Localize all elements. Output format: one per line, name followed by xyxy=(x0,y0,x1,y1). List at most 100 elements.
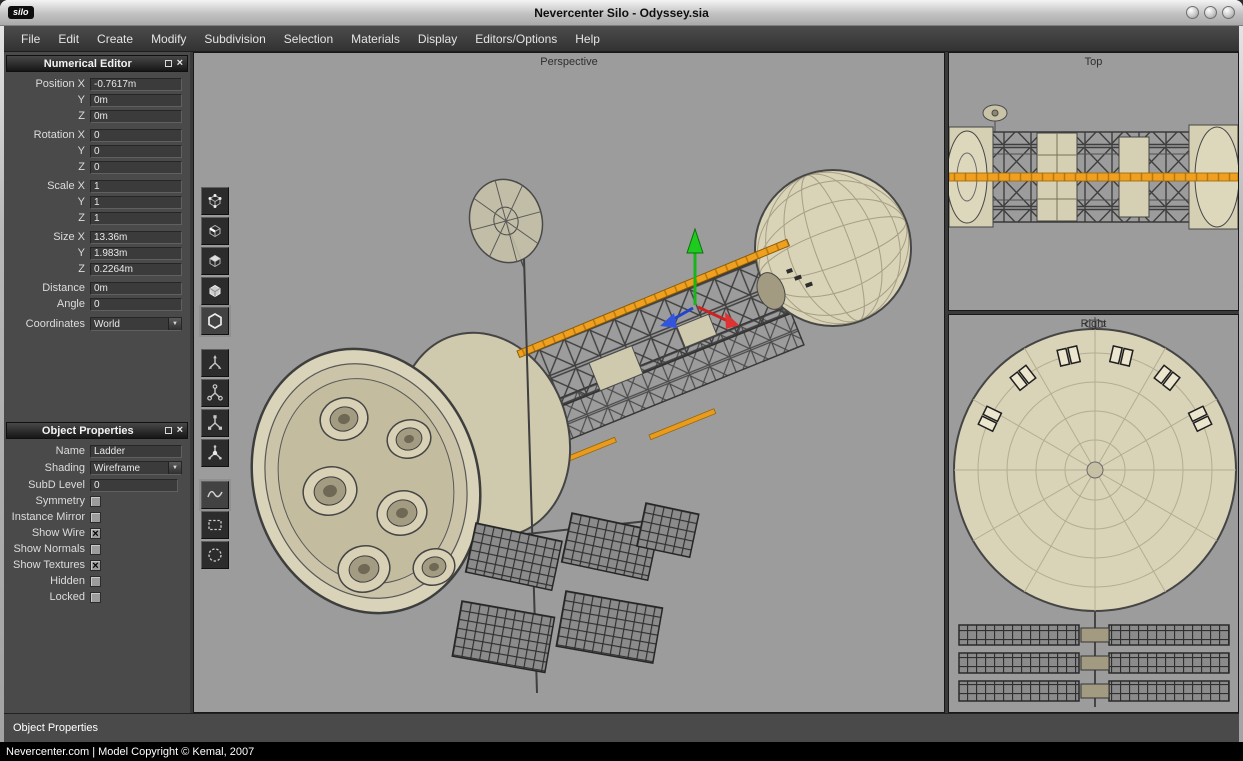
field-label: Angle xyxy=(4,298,90,310)
hidden-checkbox[interactable] xyxy=(90,576,101,587)
top-view-model[interactable] xyxy=(949,105,1238,229)
scale-x-input[interactable] xyxy=(90,180,182,193)
angle-input[interactable] xyxy=(90,298,182,311)
menu-item-display[interactable]: Display xyxy=(409,29,466,49)
name-input[interactable] xyxy=(90,445,182,458)
curve-tool-button[interactable] xyxy=(201,481,229,509)
marquee-select-icon xyxy=(205,515,225,535)
panel-close-icon[interactable]: × xyxy=(177,58,183,69)
rotation-y-input[interactable] xyxy=(90,145,182,158)
scale-tool-button[interactable] xyxy=(201,409,229,437)
object-mode-button[interactable] xyxy=(201,277,229,305)
size-y-input[interactable] xyxy=(90,247,182,260)
chevron-down-icon[interactable]: ▼ xyxy=(168,462,181,474)
chevron-down-icon[interactable]: ▼ xyxy=(168,318,181,330)
symmetry-checkbox[interactable] xyxy=(90,496,101,507)
curve-tool-icon xyxy=(205,485,225,505)
vertex-mode-icon xyxy=(205,191,225,211)
menu-item-selection[interactable]: Selection xyxy=(275,29,342,49)
close-button[interactable] xyxy=(1222,6,1235,19)
soft-select-icon xyxy=(205,545,225,565)
field-label: Y xyxy=(4,247,90,259)
menu-item-editors-options[interactable]: Editors/Options xyxy=(466,29,566,49)
scale-tool-icon xyxy=(205,413,225,433)
field-label: Size X xyxy=(4,231,90,243)
menu-item-help[interactable]: Help xyxy=(566,29,609,49)
window-title: Nevercenter Silo - Odyssey.sia xyxy=(0,6,1243,20)
locked-checkbox[interactable] xyxy=(90,592,101,603)
universal-tool-button[interactable] xyxy=(201,439,229,467)
checkbox-label: Show Wire xyxy=(4,527,90,539)
marquee-select-button[interactable] xyxy=(201,511,229,539)
field-label: Position X xyxy=(4,78,90,90)
field-label: Scale X xyxy=(4,180,90,192)
top-scene xyxy=(949,53,1238,310)
multi-mode-button[interactable] xyxy=(201,307,229,335)
position-y-input[interactable] xyxy=(90,94,182,107)
soft-select-button[interactable] xyxy=(201,541,229,569)
titlebar[interactable]: silo Nevercenter Silo - Odyssey.sia xyxy=(0,0,1243,26)
rotation-z-input[interactable] xyxy=(90,161,182,174)
menu-item-edit[interactable]: Edit xyxy=(49,29,88,49)
field-label: Distance xyxy=(4,282,90,294)
rotate-tool-icon xyxy=(205,383,225,403)
top-viewport[interactable]: Top xyxy=(948,52,1239,311)
menubar: File Edit Create Modify Subdivision Sele… xyxy=(4,26,1239,52)
menu-item-create[interactable]: Create xyxy=(88,29,142,49)
viewport-label: Top xyxy=(949,56,1238,68)
checkbox-label: Hidden xyxy=(4,575,90,587)
coordinates-value: World xyxy=(91,319,168,330)
menu-item-file[interactable]: File xyxy=(12,29,49,49)
size-z-input[interactable] xyxy=(90,263,182,276)
shading-dropdown[interactable]: Wireframe ▼ xyxy=(90,461,182,475)
instance-mirror-checkbox[interactable] xyxy=(90,512,101,523)
field-label: Z xyxy=(4,263,90,275)
perspective-scene xyxy=(194,53,944,712)
edge-mode-button[interactable] xyxy=(201,217,229,245)
scale-y-input[interactable] xyxy=(90,196,182,209)
numerical-editor-header: Numerical Editor × xyxy=(6,55,188,72)
panel-collapse-icon[interactable] xyxy=(165,427,172,434)
scale-z-input[interactable] xyxy=(90,212,182,225)
maximize-button[interactable] xyxy=(1204,6,1217,19)
show-normals-checkbox[interactable] xyxy=(90,544,101,555)
rotation-x-input[interactable] xyxy=(90,129,182,142)
position-x-input[interactable] xyxy=(90,78,182,91)
right-view-model[interactable] xyxy=(954,317,1236,707)
vertex-mode-button[interactable] xyxy=(201,187,229,215)
menu-item-subdivision[interactable]: Subdivision xyxy=(195,29,274,49)
viewport-label: Right xyxy=(949,318,1238,330)
coordinates-label: Coordinates xyxy=(4,318,90,330)
statusbar: Object Properties xyxy=(4,713,1239,742)
menu-item-materials[interactable]: Materials xyxy=(342,29,409,49)
panel-title: Object Properties xyxy=(11,425,165,437)
checkbox-label: Symmetry xyxy=(4,495,90,507)
field-label: Z xyxy=(4,212,90,224)
subd-label: SubD Level xyxy=(4,479,90,491)
coordinates-dropdown[interactable]: World ▼ xyxy=(90,317,182,331)
left-panel: Numerical Editor × Position X Y Z Rotati… xyxy=(4,52,190,713)
perspective-viewport[interactable]: Perspective xyxy=(193,52,945,713)
position-z-input[interactable] xyxy=(90,110,182,123)
subd-level-input[interactable] xyxy=(90,479,178,492)
rotate-tool-button[interactable] xyxy=(201,379,229,407)
panel-collapse-icon[interactable] xyxy=(165,60,172,67)
field-label: Y xyxy=(4,94,90,106)
size-x-input[interactable] xyxy=(90,231,182,244)
object-mode-icon xyxy=(205,281,225,301)
panel-close-icon[interactable]: × xyxy=(177,425,183,436)
minimize-button[interactable] xyxy=(1186,6,1199,19)
distance-input[interactable] xyxy=(90,282,182,295)
menu-item-modify[interactable]: Modify xyxy=(142,29,195,49)
field-label: Rotation X xyxy=(4,129,90,141)
show-wire-checkbox[interactable]: × xyxy=(90,528,101,539)
show-textures-checkbox[interactable]: × xyxy=(90,560,101,571)
multi-mode-icon xyxy=(205,311,225,331)
move-tool-button[interactable] xyxy=(201,349,229,377)
face-mode-button[interactable] xyxy=(201,247,229,275)
right-viewport[interactable]: Right xyxy=(948,314,1239,713)
app-window: silo Nevercenter Silo - Odyssey.sia File… xyxy=(0,0,1243,761)
move-tool-icon xyxy=(205,353,225,373)
solar-panels[interactable] xyxy=(452,503,699,672)
footer-text: Nevercenter.com | Model Copyright © Kema… xyxy=(6,746,254,758)
